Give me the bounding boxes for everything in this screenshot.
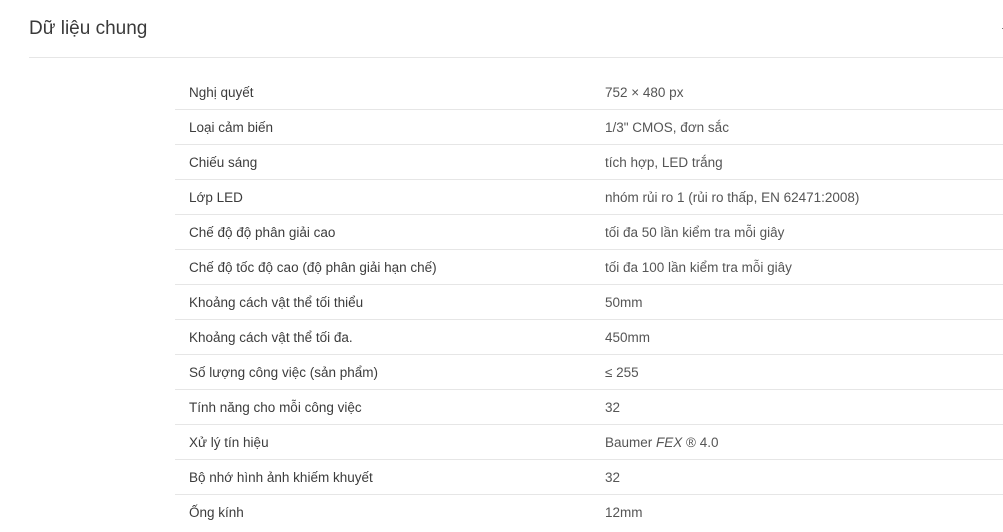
spec-value: tích hợp, LED trắng — [591, 144, 1003, 180]
spec-label: Tính năng cho mỗi công việc — [175, 389, 591, 425]
spec-label: Chiếu sáng — [175, 144, 591, 180]
spec-label: Chế độ tốc độ cao (độ phân giải hạn chế) — [175, 249, 591, 285]
table-row: Ống kính 12mm — [175, 495, 1003, 530]
spec-value: tối đa 50 lần kiểm tra mỗi giây — [591, 214, 1003, 250]
spec-value-brand: FEX — [656, 434, 683, 450]
spec-value-prefix: Baumer — [605, 434, 657, 450]
table-row: Chế độ độ phân giải cao tối đa 50 lần ki… — [175, 214, 1003, 250]
spec-value: 50mm — [591, 284, 1003, 320]
spec-value: 32 — [591, 389, 1003, 425]
section-title: Dữ liệu chung — [29, 18, 148, 39]
spec-value: 32 — [591, 459, 1003, 495]
spec-label: Chế độ độ phân giải cao — [175, 214, 591, 250]
spec-label: Khoảng cách vật thể tối đa. — [175, 319, 591, 355]
table-row: Chế độ tốc độ cao (độ phân giải hạn chế)… — [175, 249, 1003, 285]
table-row: Xử lý tín hiệu Baumer FEX ® 4.0 — [175, 424, 1003, 460]
spec-value: 450mm — [591, 319, 1003, 355]
table-row: Loại cảm biến 1/3" CMOS, đơn sắc — [175, 109, 1003, 145]
table-row: Chiếu sáng tích hợp, LED trắng — [175, 144, 1003, 180]
spec-label: Ống kính — [189, 504, 244, 520]
spec-label: Bộ nhớ hình ảnh khiếm khuyết — [175, 459, 591, 495]
spec-table: Nghị quyết 752 × 480 px Loại cảm biến 1/… — [175, 75, 1003, 529]
spec-label: Xử lý tín hiệu — [175, 424, 591, 460]
spec-value: ≤ 255 — [591, 354, 1003, 390]
table-row: Lớp LED nhóm rủi ro 1 (rủi ro thấp, EN 6… — [175, 179, 1003, 215]
spec-label: Khoảng cách vật thể tối thiểu — [175, 284, 591, 320]
collapse-icon[interactable] — [999, 20, 1003, 38]
spec-label: Nghị quyết — [175, 75, 591, 110]
table-row: Bộ nhớ hình ảnh khiếm khuyết 32 — [175, 459, 1003, 495]
section-header[interactable]: Dữ liệu chung — [29, 0, 1003, 58]
spec-value-suffix: ® 4.0 — [682, 434, 719, 450]
spec-value: 752 × 480 px — [591, 75, 1003, 110]
spec-label: Lớp LED — [175, 179, 591, 215]
spec-value: Baumer FEX ® 4.0 — [591, 424, 1003, 460]
table-row: Nghị quyết 752 × 480 px — [175, 75, 1003, 110]
spec-value: 1/3" CMOS, đơn sắc — [591, 109, 1003, 145]
spec-value: tối đa 100 lần kiểm tra mỗi giây — [591, 249, 1003, 285]
spec-value: 12mm — [605, 504, 643, 520]
spec-label: Số lượng công việc (sản phẩm) — [175, 354, 591, 390]
spec-label: Loại cảm biến — [175, 109, 591, 145]
spec-value: nhóm rủi ro 1 (rủi ro thấp, EN 62471:200… — [591, 179, 1003, 215]
table-row: Khoảng cách vật thể tối đa. 450mm — [175, 319, 1003, 355]
table-row: Tính năng cho mỗi công việc 32 — [175, 389, 1003, 425]
table-row: Khoảng cách vật thể tối thiểu 50mm — [175, 284, 1003, 320]
table-row: Số lượng công việc (sản phẩm) ≤ 255 — [175, 354, 1003, 390]
